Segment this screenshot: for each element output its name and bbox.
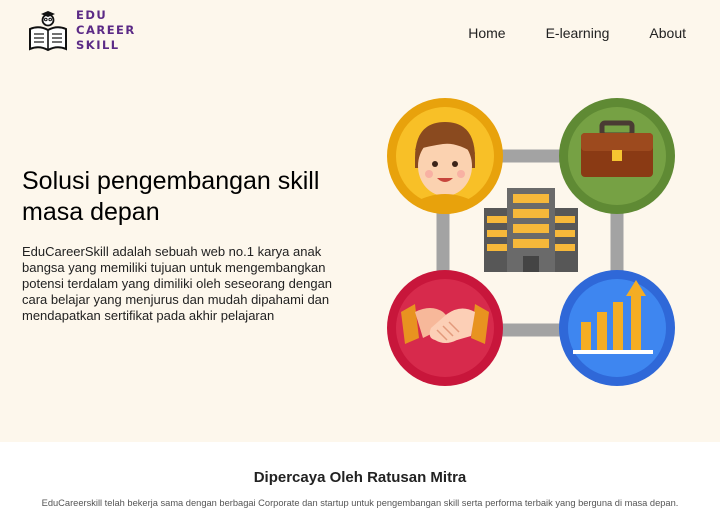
nav-link-home[interactable]: Home [468, 24, 505, 42]
book-with-graduate-icon [29, 10, 67, 51]
top-navbar: EDU CAREER SKILL Home E-learning About [0, 0, 720, 66]
hero-description: EduCareerSkill adalah sebuah web no.1 ka… [22, 244, 333, 323]
hero-section: Solusi pengembangan skill masa depan Edu… [0, 66, 720, 442]
partners-title: Dipercaya Oleh Ratusan Mitra [253, 469, 467, 486]
brand-line-edu: EDU [76, 8, 108, 22]
partners-description: EduCareerskill telah bekerja sama dengan… [41, 498, 679, 508]
brand-logo-link[interactable]: EDU CAREER SKILL [26, 8, 136, 53]
person-avatar-icon [387, 98, 503, 214]
hero-illustration [387, 98, 675, 386]
growth-chart-icon [559, 270, 675, 386]
main-menu: Home E-learning About [428, 24, 686, 42]
nav-link-about[interactable]: About [649, 24, 686, 42]
office-building-icon [484, 188, 578, 272]
brand-line-skill: SKILL [76, 38, 120, 52]
hero-title: Solusi pengembangan skill masa depan [22, 167, 320, 226]
handshake-icon [387, 270, 503, 386]
nav-link-e-learning[interactable]: E-learning [546, 24, 610, 42]
partners-section: Dipercaya Oleh Ratusan Mitra EduCareersk… [0, 442, 720, 512]
brand-line-career: CAREER [76, 23, 136, 37]
brand-wordmark: EDU CAREER SKILL [76, 8, 136, 53]
briefcase-icon [559, 98, 675, 214]
